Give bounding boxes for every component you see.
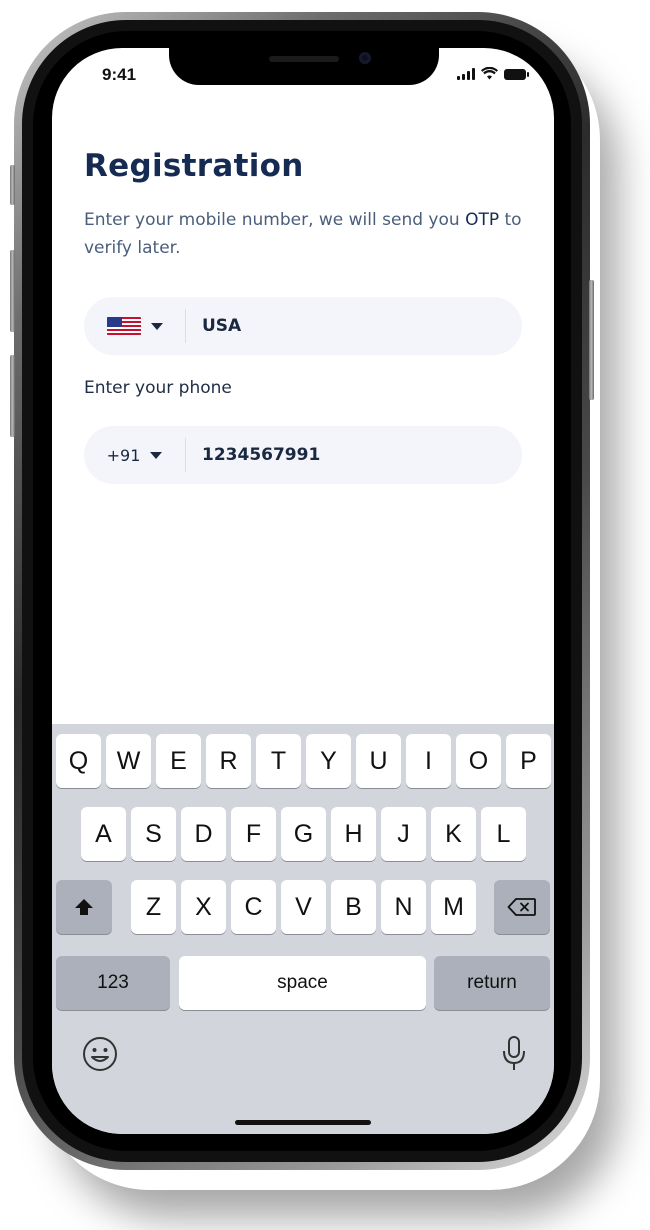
speaker-grille (269, 56, 339, 62)
home-indicator (235, 1120, 371, 1125)
power-button (589, 280, 594, 400)
emoji-icon[interactable] (80, 1034, 120, 1074)
key-k[interactable]: K (431, 807, 476, 861)
chevron-down-icon (150, 322, 163, 330)
shift-icon (75, 899, 93, 915)
key-y[interactable]: Y (306, 734, 351, 788)
key-j[interactable]: J (381, 807, 426, 861)
microphone-icon[interactable] (494, 1032, 534, 1076)
key-i[interactable]: I (406, 734, 451, 788)
key-q[interactable]: Q (56, 734, 101, 788)
shift-key[interactable] (56, 880, 112, 934)
key-w[interactable]: W (106, 734, 151, 788)
country-value: USA (202, 316, 242, 336)
key-f[interactable]: F (231, 807, 276, 861)
phone-input[interactable]: 1234567991 (186, 445, 320, 465)
keyboard: Q W E R T Y U I O P A S D F G H J K L Z … (52, 724, 554, 1134)
key-c[interactable]: C (231, 880, 276, 934)
key-p[interactable]: P (506, 734, 551, 788)
key-o[interactable]: O (456, 734, 501, 788)
phone-label: Enter your phone (84, 378, 232, 398)
subtitle-text: Enter your mobile number, we will send y… (84, 210, 466, 230)
country-code: +91 (106, 445, 141, 465)
key-v[interactable]: V (281, 880, 326, 934)
status-time: 9:41 (102, 65, 137, 84)
key-t[interactable]: T (256, 734, 301, 788)
key-r[interactable]: R (206, 734, 251, 788)
key-g[interactable]: G (281, 807, 326, 861)
notch (169, 48, 439, 85)
cellular-signal-icon (457, 68, 475, 80)
key-x[interactable]: X (181, 880, 226, 934)
chevron-down-icon (150, 451, 163, 459)
key-m[interactable]: M (431, 880, 476, 934)
volume-down-button (10, 355, 15, 437)
space-key[interactable]: space (179, 956, 426, 1010)
key-h[interactable]: H (331, 807, 376, 861)
key-z[interactable]: Z (131, 880, 176, 934)
key-u[interactable]: U (356, 734, 401, 788)
country-code-selector[interactable]: +91 (84, 438, 186, 472)
backspace-icon (507, 898, 536, 916)
key-d[interactable]: D (181, 807, 226, 861)
battery-icon (504, 69, 529, 80)
country-field[interactable]: USA (84, 297, 522, 355)
delete-key[interactable] (494, 880, 550, 934)
return-key[interactable]: return (434, 956, 550, 1010)
numbers-key[interactable]: 123 (56, 956, 170, 1010)
key-b[interactable]: B (331, 880, 376, 934)
us-flag-icon (106, 317, 141, 335)
page-subtitle: Enter your mobile number, we will send y… (84, 206, 534, 262)
status-icons (457, 66, 529, 80)
front-camera (359, 52, 371, 64)
action-button (10, 165, 15, 205)
country-selector[interactable] (84, 309, 186, 343)
wifi-icon (481, 67, 498, 80)
volume-up-button (10, 250, 15, 332)
key-n[interactable]: N (381, 880, 426, 934)
phone-field[interactable]: +91 1234567991 (84, 426, 522, 484)
screen: 9:41 Registration Enter your mobile numb… (52, 48, 554, 1134)
key-a[interactable]: A (81, 807, 126, 861)
subtitle-otp: OTP (465, 210, 500, 230)
key-s[interactable]: S (131, 807, 176, 861)
key-l[interactable]: L (481, 807, 526, 861)
key-e[interactable]: E (156, 734, 201, 788)
page-title: Registration (84, 148, 304, 184)
